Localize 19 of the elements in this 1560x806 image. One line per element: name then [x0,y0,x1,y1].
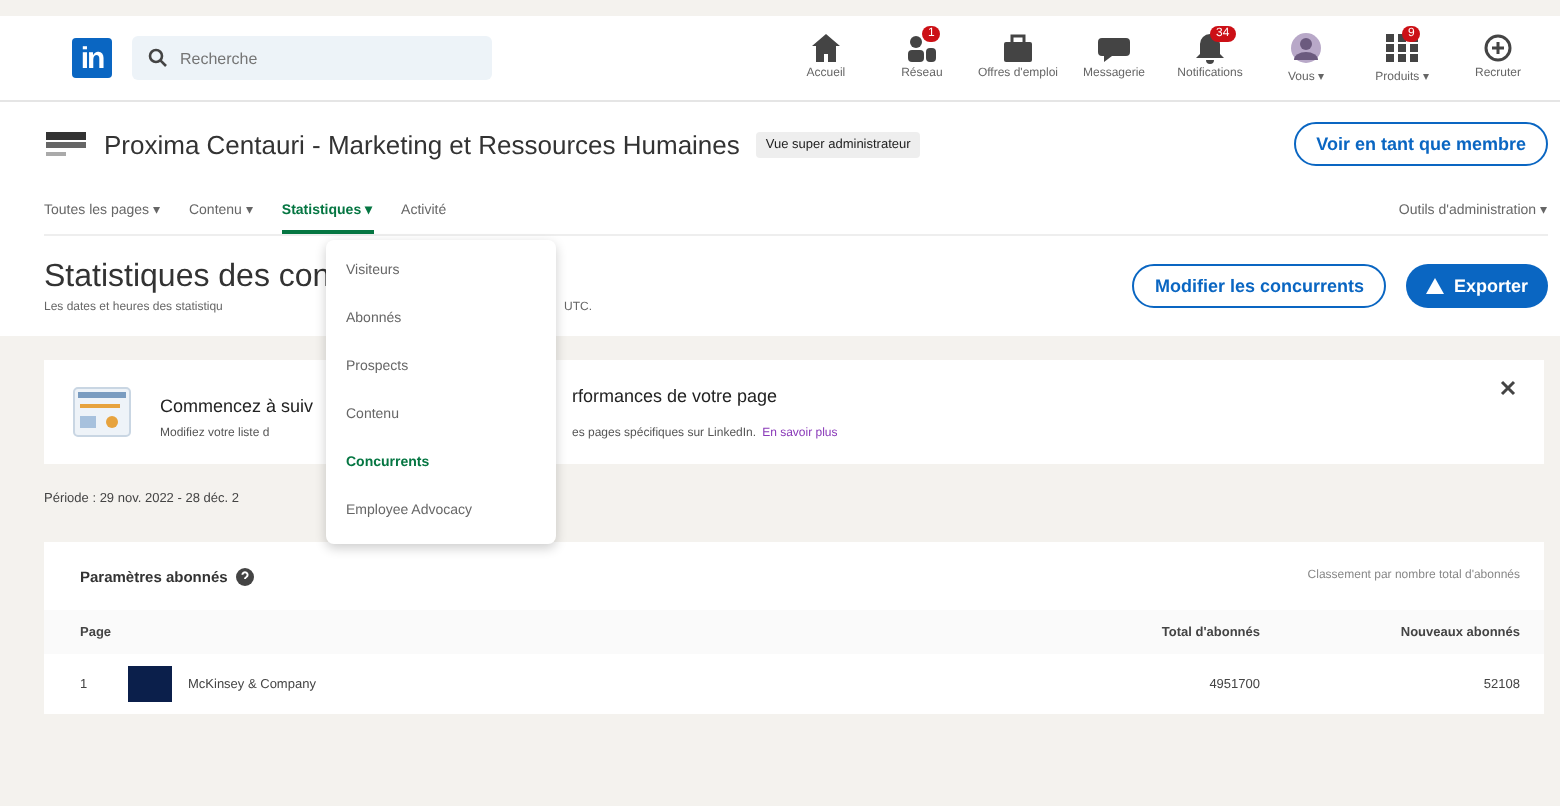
company-logo [128,666,172,702]
export-button[interactable]: Exporter [1405,264,1548,308]
search-field[interactable]: Recherche [132,36,492,80]
logo[interactable]: in [72,38,112,78]
close-icon[interactable] [1500,380,1516,396]
briefcase-icon [999,32,1036,64]
edit-competitors-button[interactable]: Modifier les concurrents [1132,264,1386,308]
chat-icon [1096,32,1132,64]
banner-title: Commencez à suiv [160,395,314,415]
page-title: Proxima Centauri - Marketing et Ressources Humaines [104,129,740,159]
company-logo-icon [44,128,88,160]
people-icon [903,32,940,64]
banner-title-end: rformances de votre page [572,385,778,410]
alert-icon [1425,278,1444,294]
view-as-member-button[interactable]: Voir en tant que membre [1294,122,1548,166]
avatar-icon [1288,32,1324,64]
help-icon[interactable] [235,567,254,585]
chart-card-icon [72,386,132,438]
house-icon [807,32,844,64]
